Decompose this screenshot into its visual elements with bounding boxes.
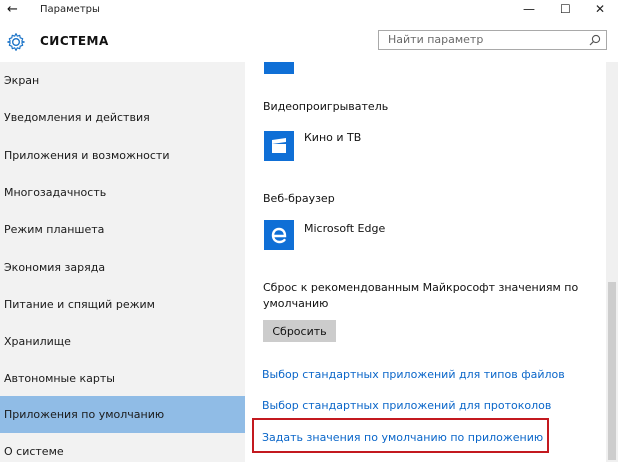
- sidebar-item-apps-features[interactable]: Приложения и возможности: [0, 137, 245, 174]
- title-bar: ← Параметры — ☐ ✕: [0, 0, 618, 22]
- reset-button[interactable]: Сбросить: [263, 320, 336, 342]
- sidebar-item-power-sleep[interactable]: Питание и спящий режим: [0, 286, 245, 323]
- highlight-box: [252, 418, 549, 453]
- page-title: СИСТЕМА: [40, 34, 109, 48]
- maximize-button[interactable]: ☐: [560, 2, 571, 16]
- scrollbar[interactable]: [606, 62, 618, 462]
- movies-tv-app-button[interactable]: [264, 131, 294, 161]
- movies-tv-app-name[interactable]: Кино и ТВ: [304, 131, 361, 144]
- sidebar-item-offline-maps[interactable]: Автономные карты: [0, 360, 245, 397]
- sidebar-item-battery-saver[interactable]: Экономия заряда: [0, 249, 245, 286]
- gear-icon: [7, 33, 25, 51]
- back-button[interactable]: ←: [7, 2, 18, 17]
- link-defaults-by-protocol[interactable]: Выбор стандартных приложений для протоко…: [262, 399, 551, 412]
- search-placeholder: Найти параметр: [388, 33, 484, 46]
- link-defaults-by-file-type[interactable]: Выбор стандартных приложений для типов ф…: [262, 368, 565, 381]
- sidebar-item-notifications[interactable]: Уведомления и действия: [0, 99, 245, 136]
- settings-header: СИСТЕМА Найти параметр: [0, 22, 618, 62]
- minimize-button[interactable]: —: [523, 2, 535, 16]
- scrollbar-thumb[interactable]: [608, 282, 616, 460]
- edge-icon: [271, 227, 287, 244]
- close-button[interactable]: ✕: [595, 2, 605, 16]
- search-icon[interactable]: [589, 34, 601, 46]
- clapperboard-icon: [272, 138, 286, 153]
- search-input[interactable]: Найти параметр: [378, 30, 607, 50]
- edge-app-name[interactable]: Microsoft Edge: [304, 222, 385, 235]
- sidebar-item-default-apps[interactable]: Приложения по умолчанию: [0, 396, 245, 433]
- main-content: Видеопроигрыватель Кино и ТВ Веб-браузер…: [245, 62, 605, 462]
- sidebar-item-tablet-mode[interactable]: Режим планшета: [0, 211, 245, 248]
- edge-app-button[interactable]: [264, 220, 294, 250]
- sidebar-item-about[interactable]: О системе: [0, 433, 245, 470]
- sidebar-item-storage[interactable]: Хранилище: [0, 323, 245, 360]
- app-tile-cutoff[interactable]: [264, 62, 294, 74]
- sidebar-item-screen[interactable]: Экран: [0, 62, 245, 99]
- sidebar-item-multitasking[interactable]: Многозадачность: [0, 174, 245, 211]
- window-title: Параметры: [40, 4, 100, 15]
- sidebar: Экран Уведомления и действия Приложения …: [0, 62, 245, 462]
- reset-description: Сброс к рекомендованным Майкрософт значе…: [263, 281, 579, 310]
- section-title-video: Видеопроигрыватель: [263, 100, 389, 113]
- section-title-browser: Веб-браузер: [263, 192, 335, 205]
